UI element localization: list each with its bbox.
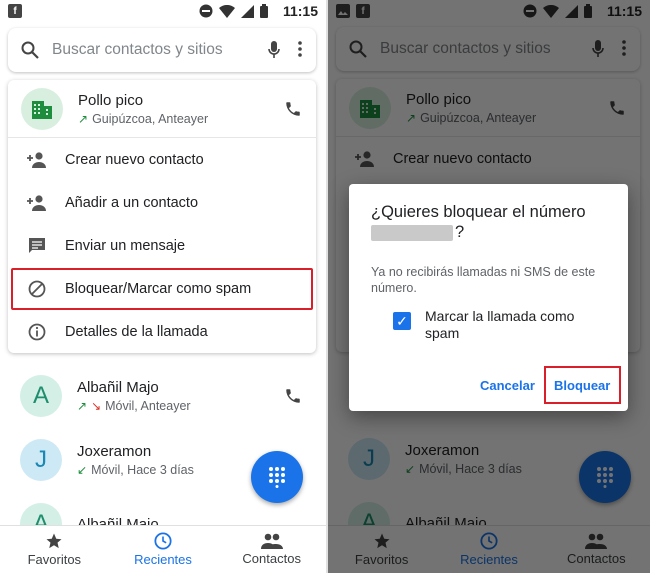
phone-screen-right: f 11:15 Buscar contactos y sitios Pollo … (328, 0, 650, 573)
highlight-box (544, 366, 621, 404)
status-bar: f 11:15 (0, 0, 326, 24)
missed-call-icon: ↘ (91, 399, 102, 413)
status-time: 11:15 (282, 3, 318, 19)
caller-name: Pollo pico (78, 91, 144, 109)
menu-create-contact[interactable]: Crear nuevo contacto (8, 138, 316, 181)
dialog-title-text: ¿Quieres bloquear el número (371, 203, 586, 221)
menu-add-to-contact[interactable]: Añadir a un contacto (8, 181, 316, 224)
battery-icon (260, 4, 268, 18)
signal-icon (241, 4, 254, 18)
call-detail: Guipúzcoa, Anteayer (92, 111, 209, 126)
business-avatar (21, 87, 63, 130)
call-options-card: Pollo pico ↗Guipúzcoa, Anteayer Crear nu… (8, 80, 316, 353)
add-person-icon (26, 194, 46, 211)
menu-label: Enviar un mensaje (65, 237, 186, 254)
bottom-navigation: Favoritos Recientes Contactos (0, 525, 326, 573)
incoming-call-icon: ↙ (77, 463, 88, 477)
dnd-icon (199, 4, 213, 18)
search-icon[interactable] (21, 41, 39, 59)
menu-label: Crear nuevo contacto (65, 151, 204, 168)
tab-favoritos[interactable]: Favoritos (0, 526, 109, 573)
clock-icon (154, 532, 172, 550)
tab-recientes[interactable]: Recientes (109, 526, 218, 573)
selected-call-header[interactable]: Pollo pico ↗Guipúzcoa, Anteayer (8, 80, 316, 138)
add-person-icon (26, 151, 46, 168)
tab-label: Recientes (134, 552, 192, 567)
building-icon (32, 100, 52, 119)
call-detail: Móvil, Hace 3 días (91, 463, 194, 477)
dialpad-button[interactable] (251, 451, 303, 503)
menu-call-details[interactable]: Detalles de la llamada (8, 310, 316, 353)
microphone-icon[interactable] (268, 41, 280, 59)
spam-checkbox-row[interactable]: ✓ Marcar la llamada como spam (393, 308, 600, 342)
tab-label: Favoritos (27, 552, 82, 567)
phone-icon[interactable] (284, 387, 302, 405)
menu-send-message[interactable]: Enviar un mensaje (8, 224, 316, 267)
search-input[interactable]: Buscar contactos y sitios (52, 41, 268, 59)
info-icon (28, 323, 45, 340)
block-number-dialog: ¿Quieres bloquear el número ? Ya no reci… (349, 184, 628, 411)
list-item[interactable]: A Albañil Majo ↗ ↘ Móvil, Anteayer (0, 364, 326, 428)
avatar: J (20, 439, 62, 481)
highlight-box (11, 268, 313, 310)
dialpad-icon (269, 467, 285, 488)
menu-block-spam[interactable]: Bloquear/Marcar como spam (8, 267, 316, 310)
dialog-message: Ya no recibirás llamadas ni SMS de este … (371, 265, 596, 295)
people-icon (260, 533, 283, 549)
phone-icon[interactable] (284, 100, 302, 118)
redacted-number (371, 224, 453, 241)
spam-checkbox[interactable]: ✓ (393, 312, 411, 330)
tab-contactos[interactable]: Contactos (217, 526, 326, 573)
more-options-icon[interactable] (298, 41, 302, 57)
tab-label: Contactos (242, 551, 301, 566)
wifi-icon (219, 4, 235, 18)
outgoing-call-icon: ↗ (78, 111, 89, 126)
dialog-title: ¿Quieres bloquear el número ? (371, 202, 611, 242)
star-icon (46, 533, 62, 549)
contact-name: Albañil Majo (77, 379, 159, 396)
call-detail: Móvil, Anteayer (105, 399, 191, 413)
phone-screen-left: f 11:15 Buscar contactos y sitios Pollo … (0, 0, 326, 573)
cancel-button[interactable]: Cancelar (480, 378, 535, 393)
menu-label: Añadir a un contacto (65, 194, 199, 211)
notification-icon: f (8, 4, 22, 18)
message-icon (28, 237, 45, 253)
avatar: A (20, 375, 62, 417)
search-bar[interactable]: Buscar contactos y sitios (8, 28, 316, 72)
spam-checkbox-label: Marcar la llamada como spam (425, 308, 575, 341)
dialog-title-suffix: ? (455, 223, 465, 241)
outgoing-call-icon: ↗ (77, 399, 88, 413)
menu-label: Detalles de la llamada (65, 323, 208, 340)
